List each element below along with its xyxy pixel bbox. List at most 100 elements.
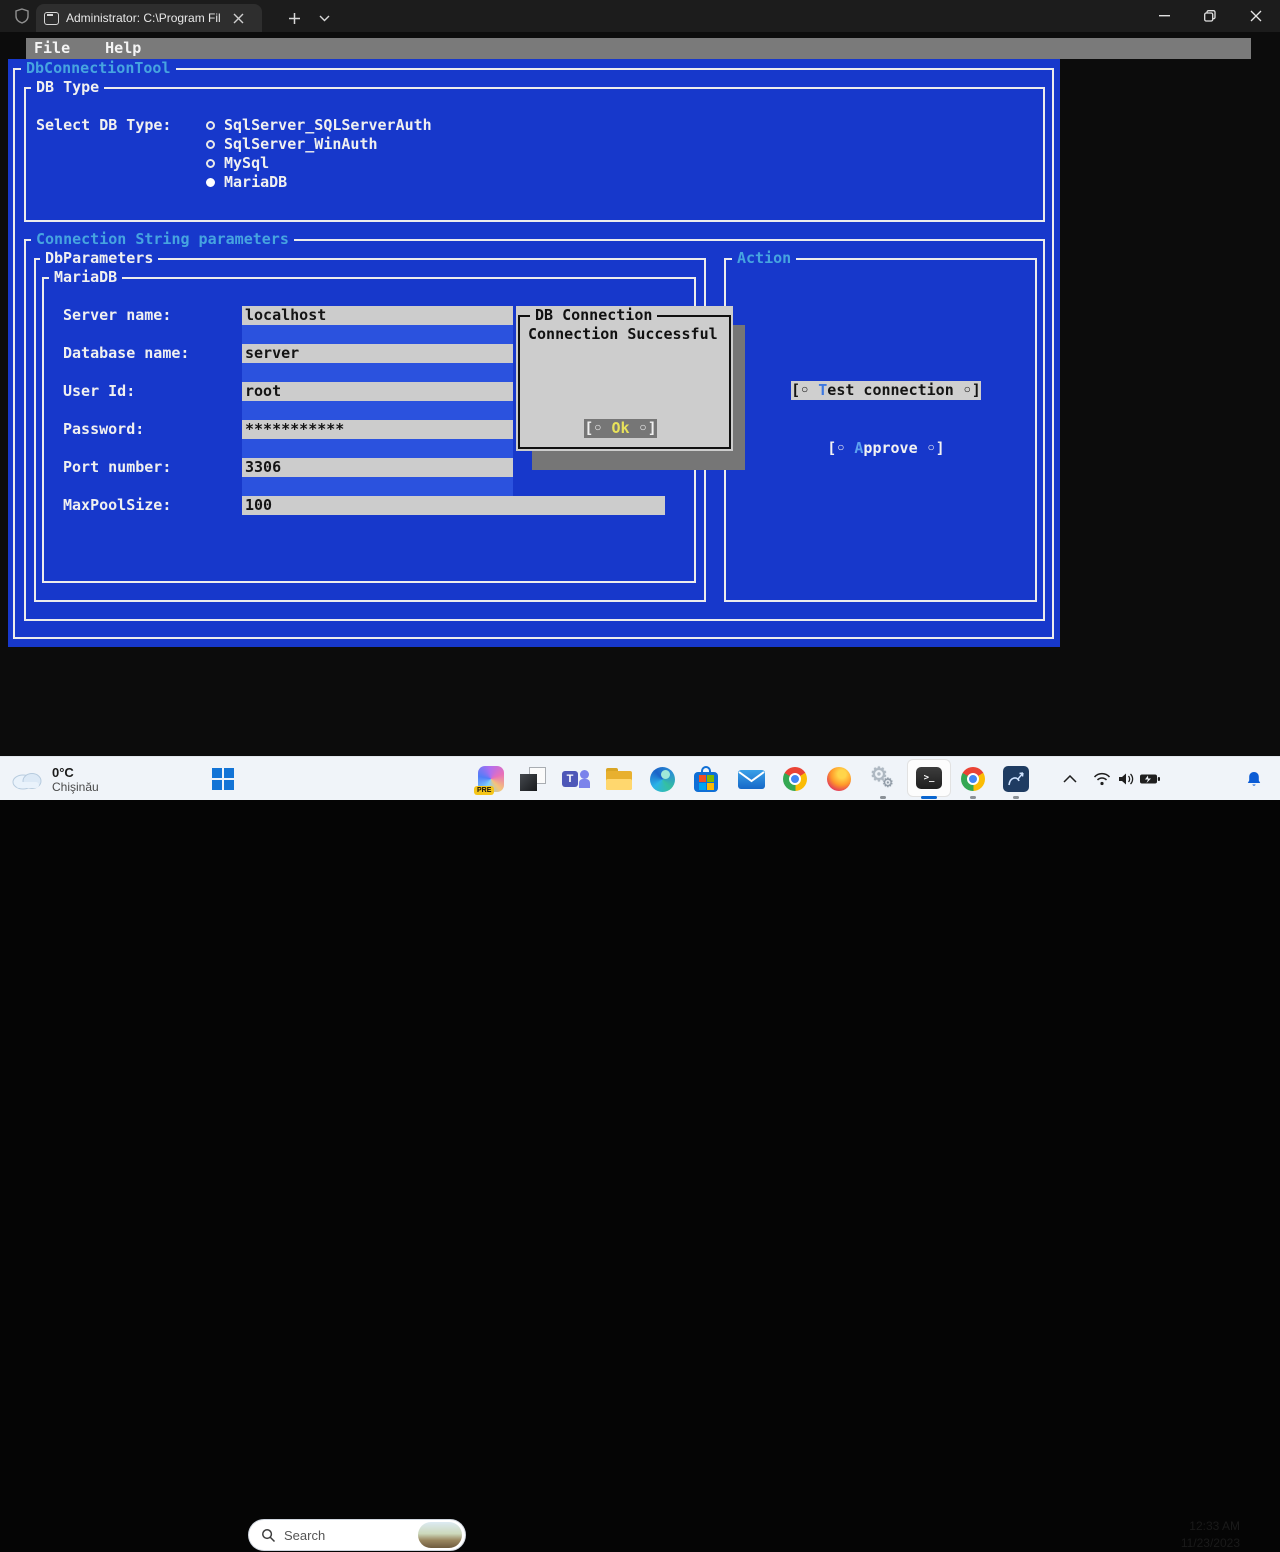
chrome-button[interactable] <box>775 759 815 799</box>
approve-button[interactable]: [◦ Approve ◦] <box>827 439 945 458</box>
dialog-message: Connection Successful <box>528 325 718 344</box>
weather-temp: 0°C <box>52 765 99 780</box>
radio-sqlserver-winauth[interactable] <box>206 140 215 149</box>
search-input[interactable]: Search <box>248 1519 466 1551</box>
tray-date: 11/23/2023 <box>1166 1535 1240 1552</box>
maxpoolsize-field[interactable]: 100 <box>242 496 665 515</box>
window-title-bar: Administrator: C:\Program Fil <box>0 0 1280 32</box>
teams-icon: T <box>562 767 590 791</box>
minimize-icon[interactable] <box>1141 0 1187 32</box>
radio-sqlserver-sqlauth[interactable] <box>206 121 215 130</box>
file-explorer-button[interactable] <box>599 759 639 799</box>
volume-icon[interactable] <box>1114 759 1138 799</box>
database-name-label: Database name: <box>63 344 189 363</box>
store-button[interactable] <box>686 759 726 799</box>
restore-icon[interactable] <box>1187 0 1233 32</box>
radio-label[interactable]: MySql <box>224 154 269 173</box>
dbparameters-frame-title: DbParameters <box>40 249 158 268</box>
teams-button[interactable]: T <box>556 759 596 799</box>
radio-label[interactable]: SqlServer_WinAuth <box>224 135 378 154</box>
mariadb-frame-title: MariaDB <box>49 268 122 287</box>
cpu-settings-button[interactable]: ⚙ ⚙ <box>863 759 903 799</box>
main-frame-title: DbConnectionTool <box>21 59 176 78</box>
mail-button[interactable] <box>731 759 771 799</box>
password-field[interactable]: *********** <box>242 420 513 439</box>
maxpoolsize-label: MaxPoolSize: <box>63 496 171 515</box>
port-number-label: Port number: <box>63 458 171 477</box>
field-accent-bar <box>242 477 513 496</box>
chrome-icon <box>961 767 985 791</box>
pgadmin-button[interactable] <box>996 759 1036 799</box>
user-id-label: User Id: <box>63 382 135 401</box>
terminal-tab[interactable]: Administrator: C:\Program Fil <box>36 4 262 32</box>
server-name-label: Server name: <box>63 306 171 325</box>
gears-icon: ⚙ ⚙ <box>870 766 896 792</box>
tab-dropdown-icon[interactable] <box>312 4 336 32</box>
firefox-icon <box>827 767 851 791</box>
password-label: Password: <box>63 420 144 439</box>
select-db-type-label: Select DB Type: <box>36 116 171 135</box>
close-icon[interactable] <box>1233 0 1279 32</box>
action-frame <box>724 258 1037 602</box>
connection-frame-title: Connection String parameters <box>31 230 294 249</box>
running-indicator <box>880 796 886 799</box>
firefox-button[interactable] <box>819 759 859 799</box>
db-connection-tool-app: DbConnectionTool DB Type Select DB Type:… <box>8 59 1060 647</box>
tray-chevron-up-icon[interactable] <box>1058 759 1082 799</box>
test-connection-button[interactable]: [◦ Test connection ◦] <box>791 381 981 400</box>
action-frame-title: Action <box>732 249 796 268</box>
store-icon <box>694 766 718 792</box>
copilot-icon: PRE <box>478 766 504 792</box>
new-tab-icon[interactable] <box>280 4 308 32</box>
field-accent-bar <box>242 401 513 420</box>
port-number-field[interactable]: 3306 <box>242 458 513 477</box>
dialog-shadow-right <box>733 325 745 451</box>
server-name-field[interactable]: localhost <box>242 306 513 325</box>
search-placeholder: Search <box>284 1528 410 1543</box>
database-name-field[interactable]: server <box>242 344 513 363</box>
db-type-frame-title: DB Type <box>31 78 104 97</box>
start-button[interactable] <box>203 759 243 799</box>
radio-mariadb[interactable] <box>206 178 215 187</box>
pgadmin-icon <box>1003 766 1029 792</box>
notification-bell-icon[interactable] <box>1242 759 1266 799</box>
close-tab-icon[interactable] <box>233 13 244 24</box>
chrome-2-button[interactable] <box>953 759 993 799</box>
task-view-button[interactable] <box>513 759 553 799</box>
radio-label[interactable]: MariaDB <box>224 173 287 192</box>
field-accent-bar <box>242 363 513 382</box>
weather-widget[interactable]: 0°C Chişinău <box>10 761 130 797</box>
battery-charging-icon[interactable] <box>1138 759 1162 799</box>
taskbar: 0°C Chişinău Search PRE T <box>0 756 1280 800</box>
running-indicator <box>970 796 976 799</box>
terminal-button-active[interactable]: >_ <box>907 759 951 797</box>
menu-help[interactable]: Help <box>105 39 141 57</box>
task-view-icon <box>520 767 546 791</box>
terminal-icon: >_ <box>916 767 942 789</box>
tray-clock[interactable]: 12:33 AM 11/23/2023 <box>1166 1518 1240 1552</box>
bing-daily-image[interactable] <box>418 1522 462 1548</box>
copilot-pre-badge: PRE <box>474 786 494 795</box>
menu-file[interactable]: File <box>34 39 70 57</box>
tray-time: 12:33 AM <box>1166 1518 1240 1535</box>
chrome-icon <box>783 767 807 791</box>
radio-mysql[interactable] <box>206 159 215 168</box>
field-accent-bar <box>242 439 513 458</box>
tui-menu-bar: File Help <box>26 38 1251 59</box>
db-connection-dialog: DB Connection Connection Successful [◦ O… <box>516 306 745 470</box>
terminal-tab-icon <box>44 12 59 25</box>
dialog-ok-button[interactable]: [◦ Ok ◦] <box>584 419 657 438</box>
dialog-shadow-bottom <box>532 451 745 470</box>
tab-title: Administrator: C:\Program Fil <box>66 11 226 25</box>
windows-start-icon <box>212 768 234 790</box>
user-id-field[interactable]: root <box>242 382 513 401</box>
field-accent-bar <box>242 325 513 344</box>
wifi-icon[interactable] <box>1090 759 1114 799</box>
terminal-window: File Help DbConnectionTool DB Type Selec… <box>0 32 1280 756</box>
admin-shield-icon <box>14 8 30 24</box>
radio-label[interactable]: SqlServer_SQLServerAuth <box>224 116 432 135</box>
mail-icon <box>738 770 765 789</box>
edge-button[interactable] <box>642 759 682 799</box>
copilot-button[interactable]: PRE <box>471 759 511 799</box>
edge-icon <box>650 767 675 792</box>
